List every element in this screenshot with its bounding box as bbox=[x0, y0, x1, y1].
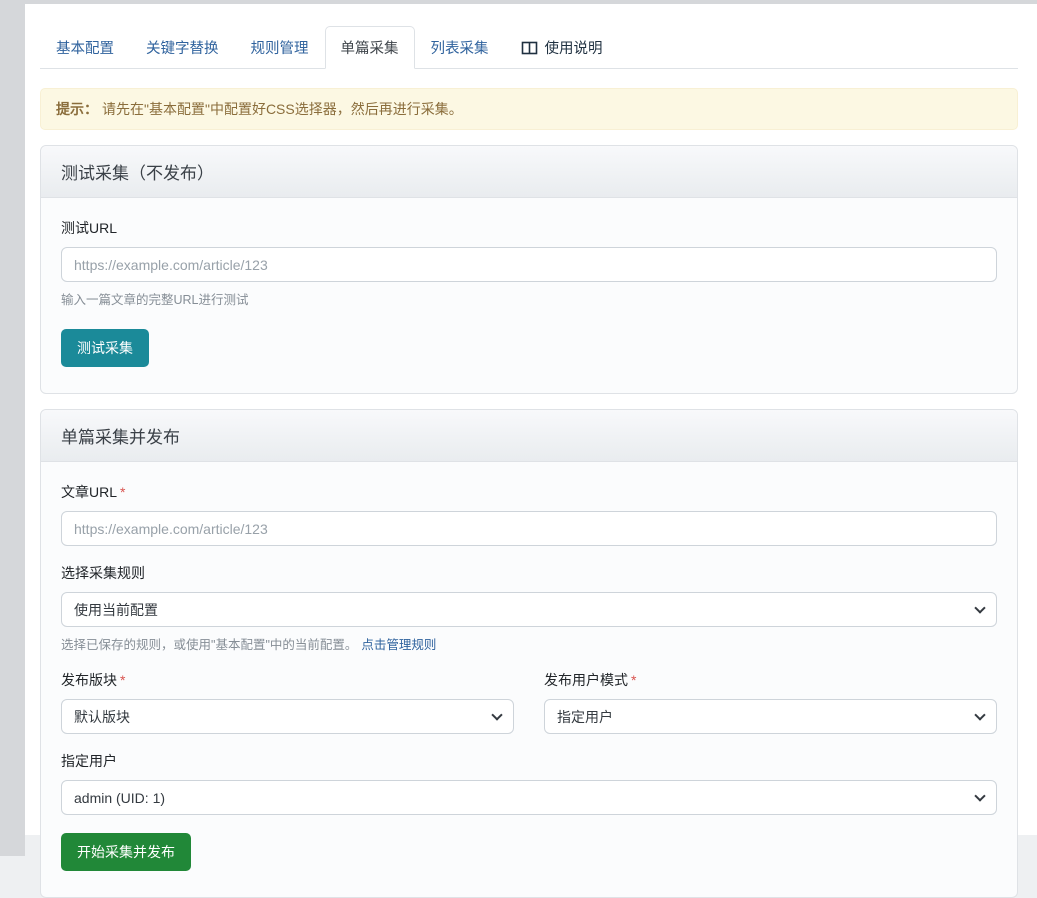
publish-collect-card-title: 单篇采集并发布 bbox=[41, 410, 1017, 462]
test-collect-card: 测试采集（不发布） 测试URL 输入一篇文章的完整URL进行测试 测试采集 bbox=[40, 145, 1018, 394]
forum-select[interactable]: 默认版块 bbox=[61, 699, 514, 734]
user-select[interactable]: admin (UID: 1) bbox=[61, 780, 997, 815]
tab-bar: 基本配置 关键字替换 规则管理 单篇采集 列表采集 使用说明 bbox=[40, 26, 1018, 69]
hint-alert-text: 请先在"基本配置"中配置好CSS选择器，然后再进行采集。 bbox=[102, 101, 463, 117]
test-url-input[interactable] bbox=[61, 247, 997, 282]
article-url-label-text: 文章URL bbox=[61, 484, 117, 500]
tab-keyword-replace[interactable]: 关键字替换 bbox=[130, 26, 235, 69]
tab-usage-guide-label: 使用说明 bbox=[545, 37, 603, 58]
required-marker: * bbox=[631, 672, 636, 688]
start-collect-publish-button[interactable]: 开始采集并发布 bbox=[61, 833, 191, 871]
tab-usage-guide[interactable]: 使用说明 bbox=[505, 26, 619, 69]
publish-collect-card: 单篇采集并发布 文章URL* 选择采集规则 使用当前配置 bbox=[40, 409, 1018, 898]
forum-select-label: 发布版块* bbox=[61, 670, 514, 690]
rule-select-label: 选择采集规则 bbox=[61, 563, 997, 583]
test-collect-card-title: 测试采集（不发布） bbox=[41, 146, 1017, 198]
user-mode-select-label: 发布用户模式* bbox=[544, 670, 997, 690]
tab-list-collect[interactable]: 列表采集 bbox=[415, 26, 505, 69]
user-mode-select[interactable]: 指定用户 bbox=[544, 699, 997, 734]
user-select-label: 指定用户 bbox=[61, 751, 997, 771]
test-collect-button[interactable]: 测试采集 bbox=[61, 329, 149, 367]
hint-alert-prefix: 提示： bbox=[56, 101, 98, 117]
tab-rule-management[interactable]: 规则管理 bbox=[235, 26, 325, 69]
window-edge-left bbox=[0, 0, 25, 856]
required-marker: * bbox=[120, 672, 125, 688]
main-panel: 基本配置 关键字替换 规则管理 单篇采集 列表采集 使用说明 提示：请先在"基本… bbox=[25, 4, 1037, 835]
article-url-label: 文章URL* bbox=[61, 482, 997, 502]
rule-select-help: 选择已保存的规则，或使用"基本配置"中的当前配置。点击管理规则 bbox=[61, 634, 997, 653]
user-mode-select-label-text: 发布用户模式 bbox=[544, 672, 628, 688]
tab-basic-config[interactable]: 基本配置 bbox=[40, 26, 130, 69]
forum-select-label-text: 发布版块 bbox=[61, 672, 117, 688]
article-url-input[interactable] bbox=[61, 511, 997, 546]
book-icon bbox=[521, 41, 538, 55]
hint-alert: 提示：请先在"基本配置"中配置好CSS选择器，然后再进行采集。 bbox=[40, 88, 1018, 130]
required-marker: * bbox=[120, 484, 125, 500]
manage-rules-link[interactable]: 点击管理规则 bbox=[361, 638, 436, 652]
tab-single-collect[interactable]: 单篇采集 bbox=[325, 26, 415, 69]
test-url-label: 测试URL bbox=[61, 218, 997, 238]
test-url-help: 输入一篇文章的完整URL进行测试 bbox=[61, 289, 997, 308]
rule-select[interactable]: 使用当前配置 bbox=[61, 592, 997, 627]
rule-select-help-text: 选择已保存的规则，或使用"基本配置"中的当前配置。 bbox=[61, 638, 357, 652]
